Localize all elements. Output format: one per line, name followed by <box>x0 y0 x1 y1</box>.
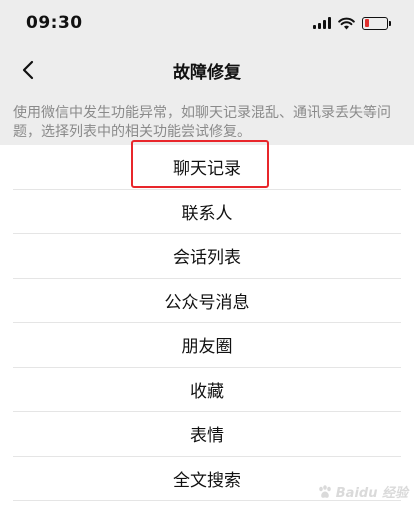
watermark-text: Baidu 经验 <box>335 486 408 501</box>
status-bar: 09:30 <box>0 0 414 46</box>
list-item-label: 收藏 <box>190 381 224 402</box>
page-title: 故障修复 <box>173 62 241 83</box>
chevron-left-icon <box>22 60 34 80</box>
nav-bar: 故障修复 <box>0 46 414 94</box>
back-button[interactable] <box>12 54 44 86</box>
list-item[interactable]: 联系人 <box>13 190 401 234</box>
battery-icon <box>362 16 391 30</box>
list-item-label: 会话列表 <box>173 248 241 269</box>
watermark: Baidu 经验 <box>317 482 408 501</box>
description-text: 使用微信中发生功能异常，如聊天记录混乱、通讯录丢失等问题，选择列表中的相关功能尝… <box>13 105 391 140</box>
baidu-paw-icon <box>318 484 331 498</box>
list-item-label: 朋友圈 <box>181 337 233 358</box>
list-item[interactable]: 朋友圈 <box>13 323 401 368</box>
list-item[interactable]: 聊天记录 <box>13 145 401 190</box>
list-item-label: 表情 <box>190 426 224 447</box>
list-item-label: 聊天记录 <box>173 159 241 180</box>
list-item-label: 全文搜索 <box>173 470 241 491</box>
list-item[interactable]: 公众号消息 <box>13 279 401 323</box>
wifi-icon <box>338 17 355 29</box>
list-item[interactable]: 收藏 <box>13 368 401 412</box>
repair-function-list: 聊天记录联系人会话列表公众号消息朋友圈收藏表情全文搜索 <box>0 145 414 505</box>
list-item[interactable]: 表情 <box>13 412 401 457</box>
list-item-label: 公众号消息 <box>164 292 250 313</box>
status-icons <box>313 16 391 30</box>
list-item-label: 联系人 <box>181 203 233 224</box>
battery-level <box>364 19 369 27</box>
status-time: 09:30 <box>26 13 83 33</box>
list-item[interactable]: 会话列表 <box>13 234 401 279</box>
signal-bars-icon <box>313 17 331 29</box>
